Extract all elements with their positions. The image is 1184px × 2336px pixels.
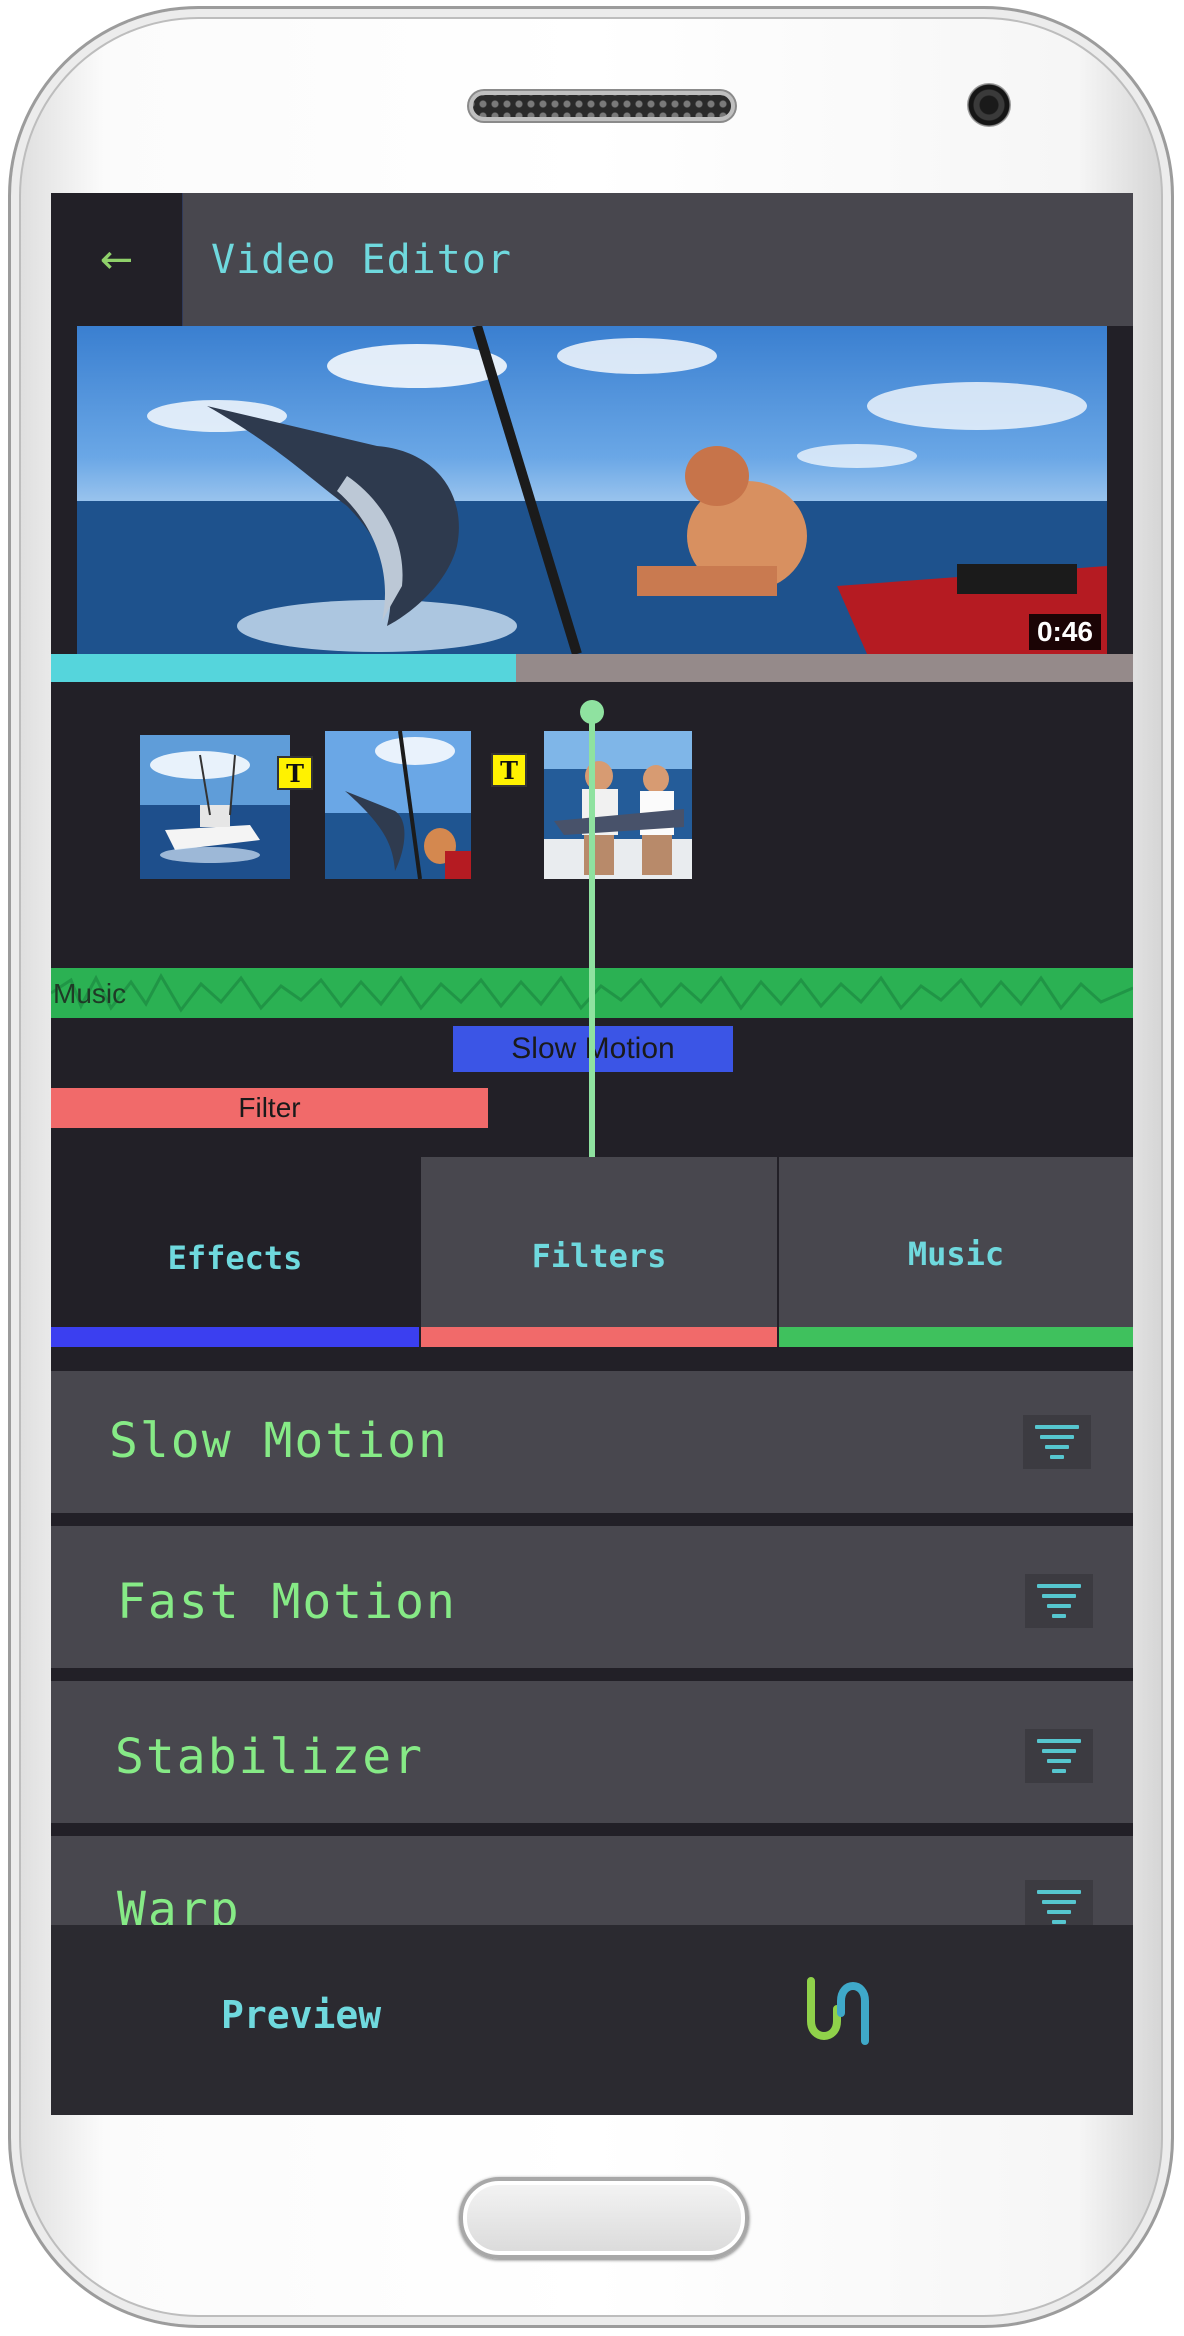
timeline-clip-marlin-jump[interactable] [325, 731, 471, 879]
text-overlay-badge[interactable]: T [277, 756, 313, 790]
effect-item-label: Slow Motion [109, 1413, 449, 1469]
filter-lines-icon[interactable] [1025, 1729, 1093, 1783]
arrow-left-icon: ← [99, 236, 134, 283]
music-track-label: Music [53, 978, 127, 1009]
tab-music-label: Music [907, 1235, 1005, 1273]
tab-music-underline [779, 1327, 1133, 1347]
page-title: Video Editor [211, 237, 512, 283]
app-screen: ← Video Editor 0:46 T T Music Slow Motio… [51, 193, 1133, 2115]
tab-effects-underline [51, 1327, 419, 1347]
video-frame-image [77, 326, 1107, 654]
boat-thumbnail [140, 735, 290, 879]
filter-effect-bar[interactable]: Filter [51, 1088, 488, 1128]
tab-filters[interactable]: Filters [421, 1157, 777, 1347]
effect-item-label: Stabilizer [115, 1729, 424, 1785]
video-preview[interactable]: 0:46 [77, 326, 1107, 654]
playhead-handle[interactable] [580, 700, 604, 724]
effect-item-label: Fast Motion [117, 1574, 457, 1630]
bottom-action-bar: Preview [51, 1925, 1133, 2115]
home-button[interactable] [459, 2177, 749, 2259]
tab-effects-label: Effects [167, 1239, 303, 1277]
effect-item-fast-motion[interactable]: Fast Motion [51, 1526, 1133, 1668]
playback-progress-fill [51, 654, 517, 682]
playhead-line[interactable] [589, 713, 595, 1158]
front-camera [967, 83, 1011, 127]
effect-item-slow-motion[interactable]: Slow Motion [51, 1371, 1133, 1513]
video-duration: 0:46 [1028, 614, 1101, 650]
filter-lines-icon[interactable] [1023, 1415, 1091, 1469]
preview-button[interactable]: Preview [221, 1993, 381, 2037]
app-logo-icon [807, 1977, 869, 2045]
effect-item-stabilizer[interactable]: Stabilizer [51, 1681, 1133, 1823]
timeline-clip-marlin-catch[interactable] [544, 731, 692, 879]
top-app-bar: ← Video Editor [51, 193, 1133, 326]
playback-progress-bar[interactable] [51, 654, 1133, 682]
tab-filters-label: Filters [531, 1237, 667, 1275]
earpiece-speaker [469, 91, 735, 121]
back-button[interactable]: ← [51, 193, 183, 326]
timeline-clip-boat[interactable] [140, 735, 290, 879]
tab-music[interactable]: Music [779, 1157, 1133, 1347]
tab-filters-underline [421, 1327, 777, 1347]
marlin-catch-thumbnail [544, 731, 692, 879]
text-overlay-badge[interactable]: T [491, 753, 527, 787]
marlin-jump-thumbnail [325, 731, 471, 879]
editor-tabs: Effects Filters Music [51, 1157, 1133, 1347]
tab-effects[interactable]: Effects [51, 1157, 419, 1347]
filter-lines-icon[interactable] [1025, 1574, 1093, 1628]
